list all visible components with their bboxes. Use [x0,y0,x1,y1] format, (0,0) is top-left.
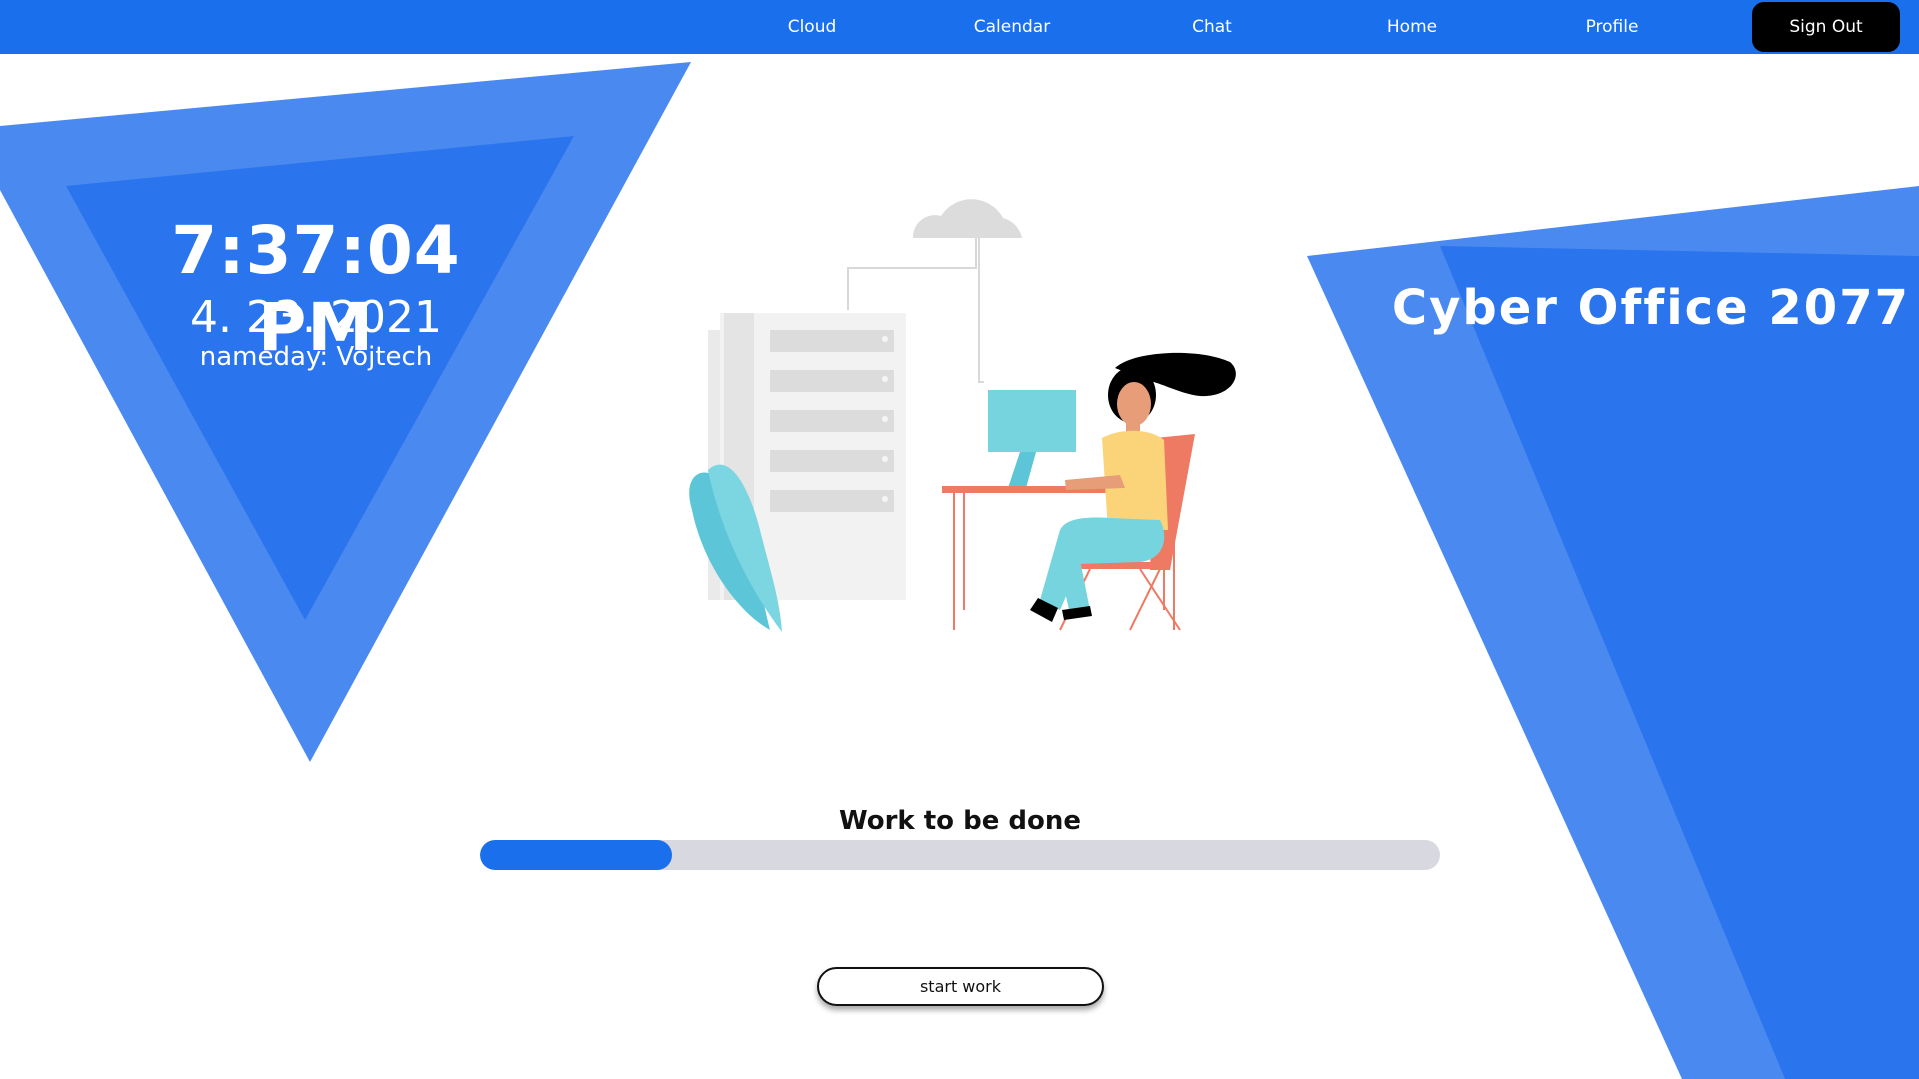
nav-chat-label: Chat [1192,17,1232,37]
progress-fill [480,840,672,870]
monitor [988,390,1076,488]
sign-out-button[interactable]: Sign Out [1752,2,1900,52]
nav-home[interactable]: Home [1352,0,1472,54]
nav-home-label: Home [1386,17,1438,37]
office-worker-illustration [689,199,1236,632]
nav-cloud[interactable]: Cloud [752,0,872,54]
nav-cloud-label: Cloud [787,17,837,37]
nav-profile[interactable]: Profile [1552,0,1672,54]
cloud-icon [912,199,1022,238]
clock-date: 4. 23. 2021 [190,292,442,343]
page: Cloud Calendar Chat Home Profile Sign Ou… [0,0,1919,1079]
progress-label: Work to be done [838,806,1082,836]
nav-calendar[interactable]: Calendar [952,0,1072,54]
progress-bar [480,840,1440,870]
nameday-text: nameday: Vojtech [199,342,433,372]
start-work-button[interactable]: start work [817,967,1104,1006]
nav-profile-label: Profile [1585,17,1639,37]
nav-chat[interactable]: Chat [1152,0,1272,54]
top-navbar: Cloud Calendar Chat Home Profile Sign Ou… [0,0,1919,54]
brand-title: Cyber Office 2077 [1391,280,1910,336]
nav-calendar-label: Calendar [973,17,1051,37]
